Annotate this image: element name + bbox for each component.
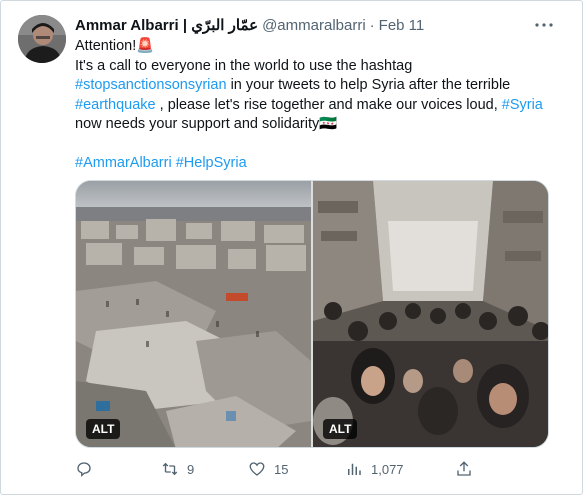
tweet-media: ALT ALT (75, 180, 549, 448)
support-text: now needs your support and solidarity (75, 116, 320, 132)
tweet-line: #stopsanctionsonsyrian in your tweets to… (75, 76, 555, 96)
tweet-line: now needs your support and solidarity🇸🇾 (75, 115, 555, 135)
views-icon (345, 460, 363, 478)
earthquake-rubble-image[interactable]: ALT (76, 181, 311, 447)
hashtag-ammaralbarri[interactable]: #AmmarAlbarri (75, 155, 172, 171)
separator-dot: · (369, 16, 375, 34)
author-handle[interactable]: @ammaralbarri (262, 17, 366, 34)
alt-badge[interactable]: ALT (323, 419, 358, 439)
tweet-text: Attention!🚨 It's a call to everyone in t… (75, 37, 555, 174)
tweet-actions: 9 15 1,077 (75, 459, 549, 479)
help-text: in your tweets to help Syria after the t… (226, 77, 511, 93)
crowd-street-image[interactable]: ALT (313, 181, 548, 447)
tweet-line: #earthquake , please let's rise together… (75, 96, 555, 116)
views-count: 1,077 (371, 461, 404, 477)
share-button[interactable] (455, 459, 473, 479)
share-icon (455, 460, 473, 478)
reply-button[interactable] (75, 459, 101, 479)
views-button[interactable]: 1,077 (345, 459, 404, 479)
hashtag-syria[interactable]: #Syria (502, 97, 543, 113)
reply-icon (75, 460, 93, 478)
hashtag-stopsanctionsonsyrian[interactable]: #stopsanctionsonsyrian (75, 77, 227, 93)
attention-text: Attention! (75, 38, 137, 54)
tweet-line (75, 135, 555, 155)
tweet-line: It's a call to everyone in the world to … (75, 57, 555, 77)
more-options-icon[interactable] (534, 15, 554, 35)
retweet-button[interactable]: 9 (161, 459, 194, 479)
retweet-count: 9 (187, 461, 195, 477)
like-count: 15 (274, 461, 289, 477)
hashtag-earthquake[interactable]: #earthquake (75, 97, 156, 113)
like-button[interactable]: 15 (248, 459, 288, 479)
hashtag-helpsyria[interactable]: #HelpSyria (176, 155, 247, 171)
tweet-line: #AmmarAlbarri #HelpSyria (75, 154, 555, 174)
tweet-line: Attention!🚨 (75, 37, 555, 57)
like-icon (248, 460, 266, 478)
tweet-date[interactable]: Feb 11 (379, 17, 425, 34)
author-name[interactable]: Ammar Albarri | عمّار البرّي (75, 16, 258, 34)
call-text: It's a call to everyone in the world to … (75, 57, 413, 74)
tweet-card[interactable]: Ammar Albarri | عمّار البرّي @ammaralbar… (0, 0, 583, 495)
retweet-icon (161, 460, 179, 478)
avatar[interactable] (18, 15, 66, 63)
tweet-header: Ammar Albarri | عمّار البرّي @ammaralbar… (75, 15, 542, 35)
syria-flag-emoji: 🇸🇾 (319, 116, 338, 132)
alt-badge[interactable]: ALT (86, 419, 121, 439)
siren-emoji: 🚨 (136, 38, 155, 54)
rise-text: , please let's rise together and make ou… (155, 96, 502, 113)
